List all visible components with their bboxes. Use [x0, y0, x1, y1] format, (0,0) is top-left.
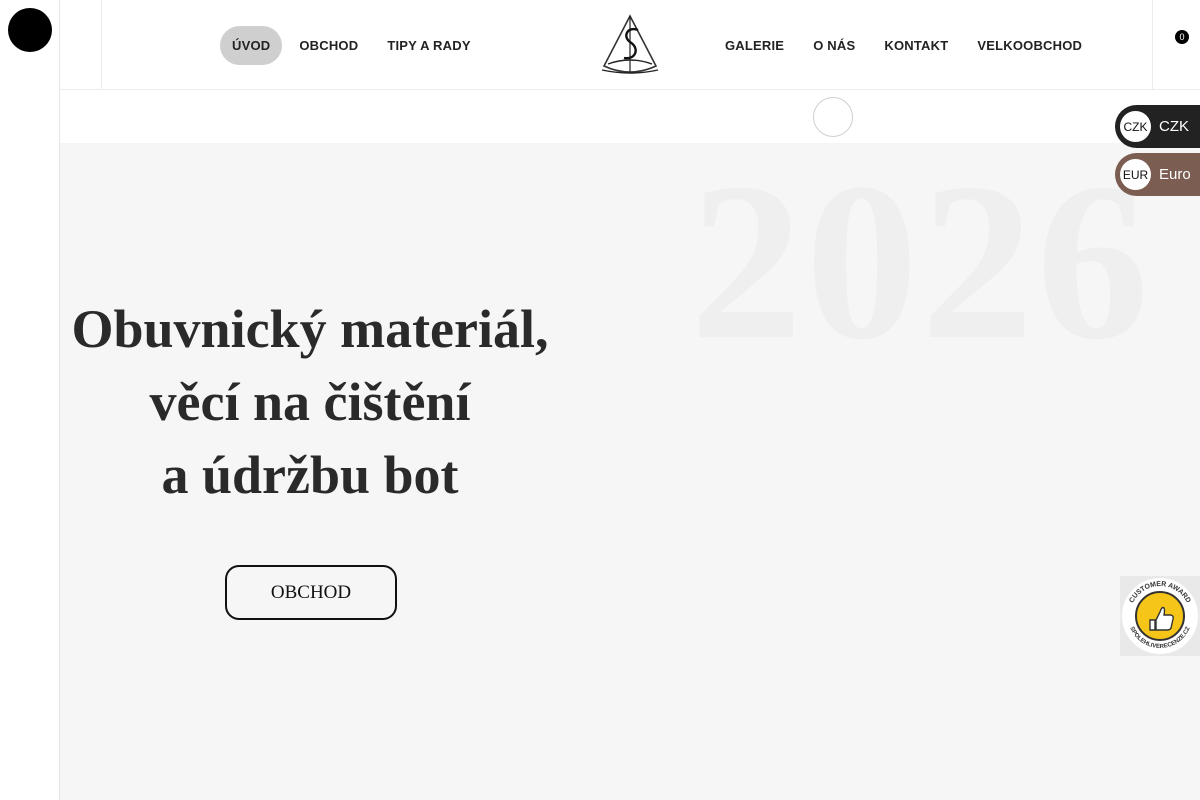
nav-item-uvod[interactable]: ÚVOD — [220, 25, 283, 65]
hero-headline-line-1: Obuvnický materiál, — [71, 299, 549, 359]
shop-button[interactable]: OBCHOD — [225, 565, 397, 620]
grid-icon[interactable] — [118, 0, 142, 90]
currency-code: CZK — [1120, 111, 1151, 142]
nav-item-kontakt[interactable]: KONTAKT — [874, 26, 958, 65]
hero-headline: Obuvnický materiál, věcí na čištění a úd… — [60, 293, 560, 512]
cart-button[interactable]: 0 — [1152, 0, 1200, 90]
sub-bar — [60, 91, 1200, 143]
hero-year-watermark: 2026 — [690, 143, 1152, 386]
currency-czk-button[interactable]: CZK CZK — [1115, 105, 1200, 148]
nav-item-tipy-a-rady[interactable]: TIPY A RADY — [375, 26, 482, 65]
bars-icon[interactable] — [8, 8, 52, 52]
site-header: ÚVOD OBCHOD TIPY A RADY GALERIE O NÁS KO… — [60, 0, 1200, 90]
nav-item-velkoobchod[interactable]: VELKOOBCHOD — [967, 26, 1092, 65]
chevron-icon[interactable] — [813, 97, 853, 137]
site-logo[interactable] — [598, 14, 662, 76]
search-icon[interactable] — [1116, 0, 1140, 90]
hero-headline-line-3: a údržbu bot — [161, 445, 459, 505]
main-nav-right: GALERIE O NÁS KONTAKT VELKOOBCHOD — [715, 25, 1101, 65]
currency-eur-button[interactable]: EUR Euro — [1115, 153, 1200, 196]
hero-headline-line-2: věcí na čištění — [149, 372, 471, 432]
left-rail — [0, 0, 60, 800]
currency-label: Euro — [1159, 166, 1191, 183]
main-nav-left: ÚVOD OBCHOD TIPY A RADY — [220, 25, 488, 65]
nav-item-galerie[interactable]: GALERIE — [715, 26, 794, 65]
cart-count-badge: 0 — [1175, 30, 1189, 44]
hamburger-icon[interactable] — [60, 0, 102, 90]
hero-section: 2026 Obuvnický materiál, věcí na čištění… — [60, 143, 1200, 800]
currency-label: CZK — [1159, 118, 1189, 135]
customer-award-badge[interactable]: CUSTOMER AWARD SPOLEHLIVERECENZE.CZ — [1120, 576, 1200, 656]
nav-item-obchod[interactable]: OBCHOD — [287, 26, 370, 65]
nav-item-o-nas[interactable]: O NÁS — [803, 26, 865, 65]
currency-code: EUR — [1120, 159, 1151, 190]
